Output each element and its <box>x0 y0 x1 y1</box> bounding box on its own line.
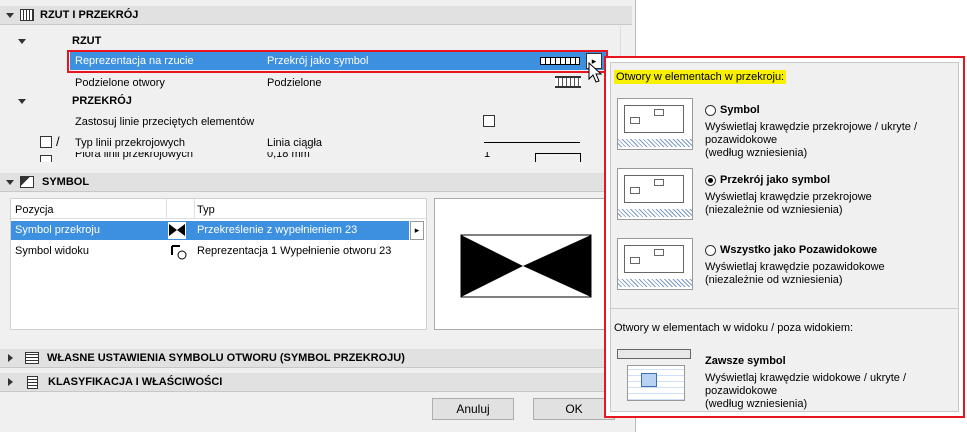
col-position-header: Pozycja <box>15 204 54 216</box>
option-all-overhead[interactable]: Wszystko jako Pozawidokowe Wyświetlaj kr… <box>705 244 885 287</box>
all-overhead-thumbnail <box>617 238 693 290</box>
pen-number: 1 <box>484 152 491 160</box>
option-title: Przekrój jako symbol <box>720 174 831 186</box>
symbol-table-header: Pozycja Typ <box>11 199 426 219</box>
floor-plan-section-icon <box>20 9 34 21</box>
plan-subsection-title: RZUT <box>72 35 102 47</box>
cut-as-symbol-radio[interactable] <box>705 174 716 186</box>
row-cut-pens[interactable]: Pióra linii przekrojowych 0,18 mm 1 <box>0 152 610 162</box>
bowtie-icon <box>168 222 186 239</box>
plan-subsection-header[interactable]: RZUT <box>0 33 630 49</box>
symbol-row-view[interactable]: Symbol widoku Reprezentacja 1 Wypełnieni… <box>11 242 409 261</box>
all-overhead-radio[interactable] <box>705 244 716 256</box>
view-symbol-icon <box>170 243 188 261</box>
symbol-table: Pozycja Typ Symbol przekroju Przekreślen… <box>10 198 427 330</box>
custom-symbol-section-header[interactable]: WŁASNE USTAWIENIA SYMBOLU OTWORU (SYMBOL… <box>0 349 632 368</box>
option-always-symbol[interactable]: Zawsze symbol Wyświetlaj krawędzie widok… <box>705 355 906 411</box>
expand-triangle-icon[interactable] <box>8 354 13 362</box>
cut-pens-checkbox[interactable] <box>40 155 52 162</box>
settings-dialog: RZUT I PRZEKRÓJ RZUT Reprezentacja na rz… <box>0 0 636 432</box>
cancel-button[interactable]: Anuluj <box>432 398 514 420</box>
split-preview-icon <box>555 76 581 88</box>
mouse-cursor-icon <box>588 62 603 83</box>
custom-symbol-icon <box>25 352 39 364</box>
row-type: Przekreślenie z wypełnieniem 23 <box>197 224 358 236</box>
symbol-section-title: SYMBOL <box>42 176 90 188</box>
cut-line-lock-checkbox[interactable] <box>40 136 52 148</box>
symbol-dropdown-arrow-button[interactable]: ▸ <box>410 221 424 240</box>
opening-display-popup: Otwory w elementach w przekroju: Symbol … <box>604 56 965 418</box>
symbol-section-header[interactable]: SYMBOL <box>0 173 632 192</box>
floor-plan-section-header[interactable]: RZUT I PRZEKRÓJ <box>0 6 632 25</box>
row-label: Typ linii przekrojowych <box>75 136 186 149</box>
option-description: Wyświetlaj krawędzie pozawidokowe (nieza… <box>705 261 885 286</box>
option-title: Zawsze symbol <box>705 355 786 367</box>
line-preview <box>484 142 580 143</box>
popup-inner: Otwory w elementach w przekroju: Symbol … <box>610 62 959 412</box>
row-label: Pióra linii przekrojowych <box>75 152 193 160</box>
cut-subsection-title: PRZEKRÓJ <box>72 95 132 107</box>
apply-cut-lines-checkbox[interactable] <box>483 115 495 127</box>
col-type-header: Typ <box>197 204 215 216</box>
option-title: Wszystko jako Pozawidokowe <box>720 244 878 256</box>
bowtie-preview <box>460 234 592 298</box>
symbol-row-section[interactable]: Symbol przekroju Przekreślenie z wypełni… <box>11 221 409 240</box>
cut-as-symbol-thumbnail <box>617 168 693 220</box>
symbol-preview-panel <box>434 198 610 330</box>
row-label: Symbol widoku <box>15 245 89 257</box>
floor-plan-section-title: RZUT I PRZEKRÓJ <box>40 9 139 21</box>
row-cut-line-type[interactable]: / Typ linii przekrojowych Linia ciągła <box>0 133 610 152</box>
always-symbol-thumbnail <box>617 349 693 405</box>
classification-section-header[interactable]: KLASYFIKACJA I WŁAŚCIWOŚCI <box>0 373 632 392</box>
option-description: Wyświetlaj krawędzie przekrojowe (niezal… <box>705 191 872 216</box>
row-value: Podzielone <box>267 76 322 89</box>
cut-subsection-header[interactable]: PRZEKRÓJ <box>0 92 630 110</box>
option-cut-as-symbol[interactable]: Przekrój jako symbol Wyświetlaj krawędzi… <box>705 174 872 217</box>
row-label: Podzielone otwory <box>75 76 165 89</box>
row-value: Linia ciągła <box>267 136 323 149</box>
line-type-icon: / <box>56 134 60 149</box>
collapse-triangle-icon[interactable] <box>6 179 14 185</box>
row-split-openings[interactable]: Podzielone otwory Podzielone <box>70 73 610 92</box>
option-title: Symbol <box>720 104 760 116</box>
row-type: Reprezentacja 1 Wypełnienie otworu 23 <box>197 245 392 257</box>
custom-section-title: WŁASNE USTAWIENIA SYMBOLU OTWORU (SYMBOL… <box>47 352 405 364</box>
popup-view-header: Otwory w elementach w widoku / poza wido… <box>614 322 854 334</box>
row-apply-cut-lines[interactable]: Zastosuj linie przeciętych elementów <box>70 112 610 131</box>
symbol-thumbnail <box>617 98 693 150</box>
pen-preview <box>535 153 581 162</box>
option-symbol[interactable]: Symbol Wyświetlaj krawędzie przekrojowe … <box>705 104 917 160</box>
row-label: Symbol przekroju <box>15 224 100 236</box>
option-description: Wyświetlaj krawędzie widokowe / ukryte /… <box>705 372 907 410</box>
expand-triangle-icon[interactable] <box>8 378 13 386</box>
classification-section-title: KLASYFIKACJA I WŁAŚCIWOŚCI <box>48 376 223 388</box>
ok-button[interactable]: OK <box>533 398 615 420</box>
popup-cut-header: Otwory w elementach w przekroju: <box>614 70 787 84</box>
classification-icon <box>27 375 38 389</box>
popup-divider <box>611 308 958 309</box>
row-value: 0,18 mm <box>267 152 310 160</box>
symbol-section-icon <box>20 176 34 188</box>
symbol-radio[interactable] <box>705 104 716 116</box>
collapse-triangle-icon[interactable] <box>6 12 14 18</box>
red-highlight-box <box>67 50 608 73</box>
row-label: Zastosuj linie przeciętych elementów <box>75 115 255 128</box>
option-description: Wyświetlaj krawędzie przekrojowe / ukryt… <box>705 121 918 159</box>
